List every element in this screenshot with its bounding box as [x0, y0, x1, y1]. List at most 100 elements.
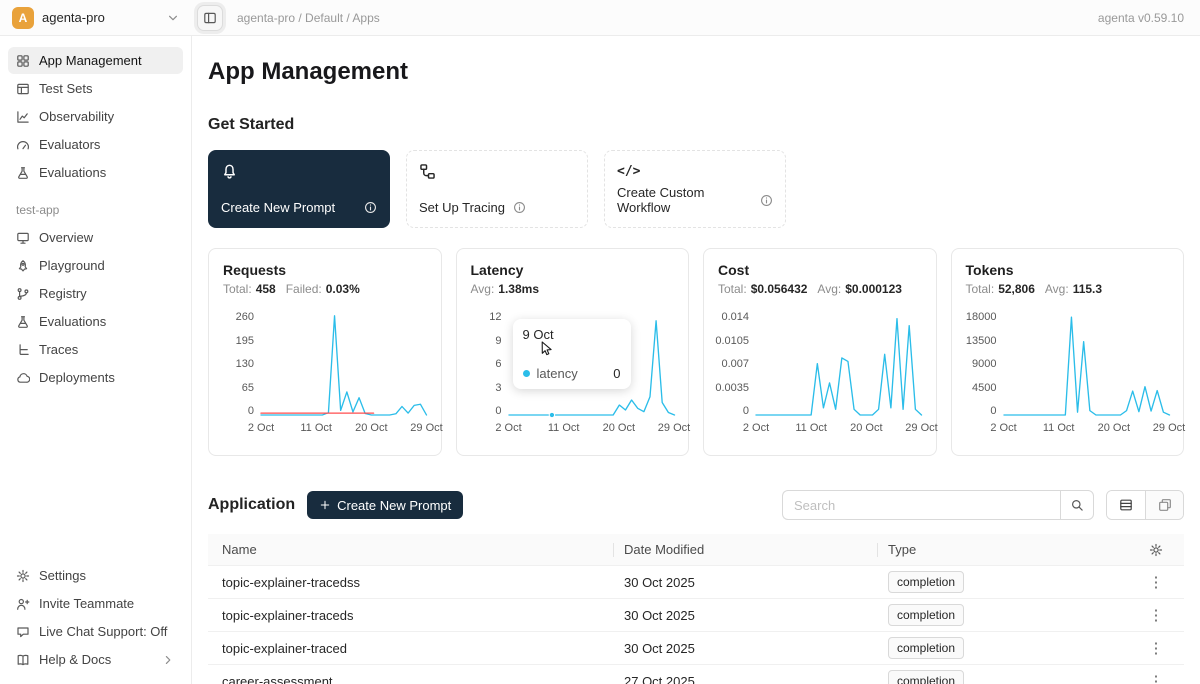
info-icon: [513, 201, 526, 214]
x-axis-tick: 20 Oct: [1098, 422, 1130, 434]
stat-card-meta: Total:52,806Avg:115.3: [966, 282, 1170, 296]
sidebar-item-label: Evaluators: [39, 137, 100, 152]
table-row[interactable]: topic-explainer-tracedss30 Oct 2025compl…: [208, 566, 1184, 599]
sidebar-item-help-docs[interactable]: Help & Docs: [8, 646, 183, 673]
tree-icon: [16, 343, 30, 357]
flask-icon: [16, 315, 30, 329]
table-row[interactable]: topic-explainer-traced30 Oct 2025complet…: [208, 632, 1184, 665]
search-input[interactable]: [782, 490, 1060, 520]
sidebar-app-nav: OverviewPlaygroundRegistryEvaluationsTra…: [0, 223, 191, 392]
type-badge: completion: [888, 637, 964, 659]
chart-plot[interactable]: [261, 312, 427, 417]
sidebar-item-test-sets[interactable]: Test Sets: [8, 75, 183, 102]
chart-requests: 2601951306502 Oct11 Oct20 Oct29 Oct: [223, 312, 427, 436]
stat-card-meta: Total:$0.056432Avg:$0.000123: [718, 282, 922, 296]
workspace-switcher[interactable]: A agenta-pro: [0, 7, 192, 29]
search-button[interactable]: [1060, 490, 1094, 520]
tooltip-date: 9 Oct: [523, 327, 621, 342]
metric-label: Total:: [718, 282, 747, 296]
sidebar-item-app-management[interactable]: App Management: [8, 47, 183, 74]
workspace-name: agenta-pro: [42, 10, 105, 25]
column-header-name: Name: [208, 542, 614, 557]
get-started-card-set-up-tracing[interactable]: Set Up Tracing: [406, 150, 588, 228]
x-axis-tick: 20 Oct: [603, 422, 635, 434]
table-view-button[interactable]: [1107, 491, 1145, 519]
sidebar-item-observability[interactable]: Observability: [8, 103, 183, 130]
get-started-card-create-custom-workflow[interactable]: </>Create Custom Workflow: [604, 150, 786, 228]
info-icon: [760, 194, 773, 207]
chart-plot[interactable]: [756, 312, 922, 417]
app-type-cell: completion: [878, 571, 1128, 593]
chart-tooltip: 9 Octlatency0: [513, 319, 631, 389]
row-menu-button[interactable]: ⋮: [1128, 575, 1184, 590]
sidebar-item-deployments[interactable]: Deployments: [8, 364, 183, 391]
workspace-avatar: A: [12, 7, 34, 29]
y-axis-tick: 0.014: [721, 312, 749, 323]
sidebar-item-playground[interactable]: Playground: [8, 252, 183, 279]
row-menu-button[interactable]: ⋮: [1128, 674, 1184, 684]
sidebar-item-live-chat-support-off[interactable]: Live Chat Support: Off: [8, 618, 183, 645]
chart-cost: 0.0140.01050.0070.003502 Oct11 Oct20 Oct…: [718, 312, 922, 436]
app-name: topic-explainer-traceds: [208, 608, 614, 623]
get-started-card-label: Create New Prompt: [221, 200, 335, 215]
column-header-type: Type: [878, 542, 1128, 557]
x-axis-tick: 20 Oct: [850, 422, 882, 434]
sidebar-item-invite-teammate[interactable]: Invite Teammate: [8, 590, 183, 617]
sidebar-section-label: test-app: [16, 203, 175, 217]
sidebar-item-registry[interactable]: Registry: [8, 280, 183, 307]
sidebar-item-overview[interactable]: Overview: [8, 224, 183, 251]
app-type-cell: completion: [878, 637, 1128, 659]
y-axis-tick: 4500: [972, 383, 996, 394]
type-badge: completion: [888, 604, 964, 626]
x-axis-tick: 11 Oct: [795, 422, 827, 434]
y-axis-tick: 0: [990, 406, 996, 417]
table-row[interactable]: topic-explainer-traceds30 Oct 2025comple…: [208, 599, 1184, 632]
y-axis-tick: 9000: [972, 359, 996, 370]
type-badge: completion: [888, 571, 964, 593]
chart-plot[interactable]: [1004, 312, 1170, 417]
sidebar-item-traces[interactable]: Traces: [8, 336, 183, 363]
y-axis-tick: 130: [236, 359, 254, 370]
row-menu-button[interactable]: ⋮: [1128, 641, 1184, 656]
create-new-prompt-button[interactable]: Create New Prompt: [307, 491, 463, 519]
stat-card-title: Requests: [223, 262, 427, 278]
metric-label: Total:: [966, 282, 995, 296]
card-view-button[interactable]: [1145, 491, 1183, 519]
get-started-card-label: Set Up Tracing: [419, 200, 505, 215]
info-icon: [364, 201, 377, 214]
x-axis-tick: 2 Oct: [495, 422, 521, 434]
y-axis-tick: 0: [495, 406, 501, 417]
sidebar-item-settings[interactable]: Settings: [8, 562, 183, 589]
sidebar-toggle-button[interactable]: [197, 5, 223, 31]
chart-tokens: 18000135009000450002 Oct11 Oct20 Oct29 O…: [966, 312, 1170, 436]
stat-card-title: Tokens: [966, 262, 1170, 278]
tooltip-value: 0: [613, 366, 620, 381]
gear-icon: [16, 569, 30, 583]
metric-label: Total:: [223, 282, 252, 296]
gear-icon: [1149, 543, 1163, 557]
x-axis-tick: 2 Oct: [990, 422, 1016, 434]
y-axis-tick: 0.007: [721, 359, 749, 370]
table-row[interactable]: career-assessment27 Oct 2025completion⋮: [208, 665, 1184, 684]
metric-label: Avg:: [817, 282, 841, 296]
application-header: Application Create New Prompt: [208, 490, 1184, 520]
table-settings-button[interactable]: [1128, 543, 1184, 557]
user-plus-icon: [16, 597, 30, 611]
app-type-cell: completion: [878, 670, 1128, 684]
breadcrumb[interactable]: agenta-pro / Default / Apps: [237, 11, 380, 25]
sidebar-item-evaluations[interactable]: Evaluations: [8, 308, 183, 335]
row-menu-button[interactable]: ⋮: [1128, 608, 1184, 623]
sidebar-item-evaluators[interactable]: Evaluators: [8, 131, 183, 158]
page-title: App Management: [208, 58, 1184, 86]
stat-card-title: Cost: [718, 262, 922, 278]
card-view-icon: [1158, 498, 1172, 512]
metric-label: Avg:: [1045, 282, 1069, 296]
gauge-icon: [16, 138, 30, 152]
get-started-card-create-new-prompt[interactable]: Create New Prompt: [208, 150, 390, 228]
type-badge: completion: [888, 670, 964, 684]
sidebar-item-evaluations[interactable]: Evaluations: [8, 159, 183, 186]
get-started-title: Get Started: [208, 116, 1184, 134]
chevron-right-icon: [161, 653, 175, 667]
app-date-modified: 27 Oct 2025: [614, 674, 878, 684]
topbar: A agenta-pro agenta-pro / Default / Apps…: [0, 0, 1200, 36]
